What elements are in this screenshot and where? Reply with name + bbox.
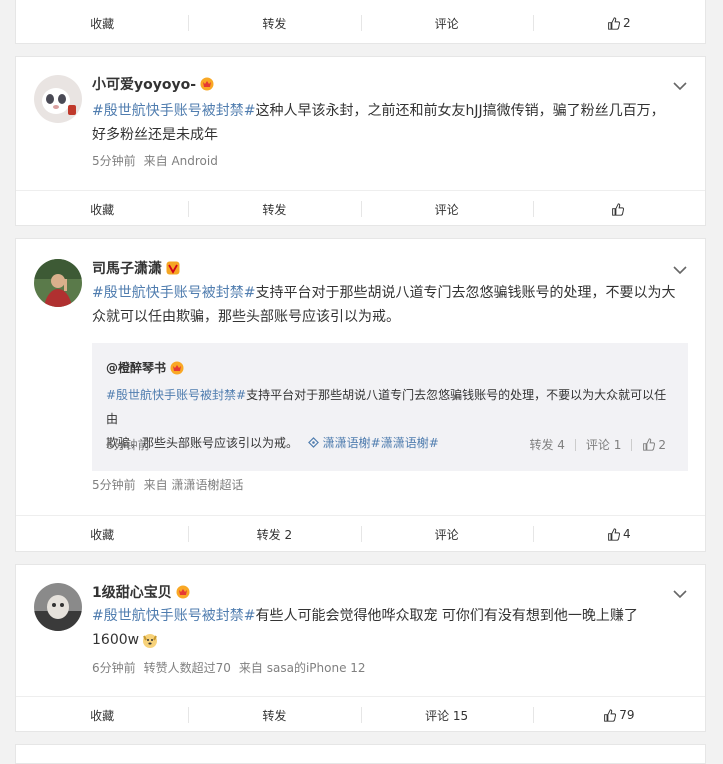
avatar[interactable] [34, 583, 82, 631]
post-card: 1级甜心宝贝 #殷世航快手账号被封禁#有些人可能会觉得他哗众取宠 可你们有没有想… [15, 564, 706, 732]
thumbs-up-icon [608, 527, 621, 541]
username-text[interactable]: 1级甜心宝贝 [92, 582, 172, 602]
like-count: 4 [623, 527, 631, 541]
post-extra: 转赞人数超过70 [143, 661, 231, 675]
username[interactable]: 司馬子潇潇 [92, 258, 180, 278]
repost-button[interactable]: 转发 2 [188, 516, 360, 552]
topic-tag[interactable]: #殷世航快手账号被封禁# [92, 103, 255, 119]
action-bar: 收藏 转发 2 评论 4 [16, 515, 705, 552]
comment-button[interactable]: 评论 [360, 191, 533, 227]
post-card: 收藏 转发 评论 2 [15, 0, 706, 44]
post-card [15, 744, 706, 764]
thumbs-up-icon [643, 438, 656, 451]
repost-label: 转发 2 [256, 527, 293, 542]
action-bar: 收藏 转发 评论 2 [16, 5, 705, 41]
collect-label: 收藏 [90, 708, 115, 723]
quoted-time[interactable]: 6分钟前 [106, 436, 150, 453]
divider [574, 438, 576, 451]
supertopic-text[interactable]: 潇潇语榭#潇潇语榭# [323, 436, 439, 450]
quoted-post[interactable]: @橙醉琴书 #殷世航快手账号被封禁#支持平台对于那些胡说八道专门去忽悠骗钱账号的… [92, 343, 688, 471]
repost-button[interactable]: 转发 [188, 5, 360, 41]
avatar[interactable] [34, 75, 82, 123]
vip-crown-icon [176, 585, 190, 599]
post-text: #殷世航快手账号被封禁#有些人可能会觉得他哗众取宠 可你们有没有想到他一晚上赚了… [92, 604, 682, 652]
repost-button[interactable]: 转发 [188, 191, 360, 227]
collect-button[interactable]: 收藏 [16, 5, 188, 41]
chevron-down-icon[interactable] [673, 589, 687, 599]
post-body-line: 1600w [92, 632, 140, 648]
username[interactable]: 1级甜心宝贝 [92, 582, 190, 602]
supertopic-link[interactable]: 潇潇语榭#潇潇语榭# [307, 436, 439, 450]
action-bar: 收藏 转发 评论 [16, 190, 705, 227]
post-source: 来自 sasa的iPhone 12 [238, 661, 366, 675]
post-body-line: 好多粉丝还是未成年 [92, 127, 218, 143]
username[interactable]: 小可爱yoyoyo- [92, 74, 214, 94]
thumbs-up-icon [604, 708, 617, 722]
quoted-like-count: 2 [658, 437, 666, 452]
like-button[interactable]: 4 [532, 516, 705, 552]
action-bar: 收藏 转发 评论 15 79 [16, 696, 705, 733]
dog-emoji-icon [143, 634, 158, 648]
comment-button[interactable]: 评论 [360, 5, 533, 41]
quoted-username[interactable]: @橙醉琴书 [106, 359, 184, 376]
post-time[interactable]: 5分钟前 [92, 154, 136, 168]
collect-button[interactable]: 收藏 [16, 516, 188, 552]
topic-tag[interactable]: #殷世航快手账号被封禁# [92, 608, 255, 624]
avatar[interactable] [34, 259, 82, 307]
like-button[interactable] [532, 191, 705, 227]
post-time[interactable]: 6分钟前 [92, 661, 136, 675]
repost-label: 转发 [262, 16, 287, 31]
comment-label: 评论 [434, 202, 459, 217]
like-button[interactable]: 79 [532, 697, 705, 733]
post-body-line: 众就可以任由欺骗，那些头部账号应该引以为戒。 [92, 309, 400, 325]
like-count: 2 [623, 16, 631, 30]
quoted-like-button[interactable]: 2 [642, 438, 666, 452]
collect-button[interactable]: 收藏 [16, 697, 188, 733]
supertopic-icon [307, 437, 319, 448]
topic-tag[interactable]: #殷世航快手账号被封禁# [106, 388, 246, 402]
post-card: 司馬子潇潇 #殷世航快手账号被封禁#支持平台对于那些胡说八道专门去忽悠骗钱账号的… [15, 238, 706, 552]
post-source[interactable]: 来自 潇潇语榭超话 [144, 478, 244, 492]
comment-label: 评论 [434, 16, 459, 31]
quoted-username-text[interactable]: @橙醉琴书 [106, 359, 166, 376]
quoted-repost-button[interactable]: 转发 4 [529, 436, 564, 453]
post-body-line: 支持平台对于那些胡说八道专门去忽悠骗钱账号的处理，不要以为大 [255, 285, 676, 301]
post-meta: 5分钟前 来自 Android [92, 152, 226, 169]
post-body-line: 这种人早该永封，之前还和前女友hJJ搞微传销，骗了粉丝几百万， [255, 103, 665, 119]
thumbs-up-icon [608, 16, 621, 30]
collect-label: 收藏 [90, 16, 115, 31]
post-meta: 6分钟前 转赞人数超过70 来自 sasa的iPhone 12 [92, 659, 374, 676]
collect-label: 收藏 [90, 527, 115, 542]
quoted-comment-button[interactable]: 评论 1 [586, 436, 621, 453]
post-source: 来自 Android [143, 154, 218, 168]
post-text: #殷世航快手账号被封禁#这种人早该永封，之前还和前女友hJJ搞微传销，骗了粉丝几… [92, 99, 682, 147]
comment-button[interactable]: 评论 15 [360, 697, 533, 733]
like-count: 79 [619, 708, 635, 722]
divider [631, 438, 633, 451]
username-text[interactable]: 司馬子潇潇 [92, 258, 162, 278]
verified-badge-icon [166, 261, 180, 275]
comment-label: 评论 [434, 527, 459, 542]
vip-crown-icon [200, 77, 214, 91]
quoted-actions: 转发 4 评论 1 2 [529, 436, 666, 453]
comment-button[interactable]: 评论 [360, 516, 533, 552]
post-text: #殷世航快手账号被封禁#支持平台对于那些胡说八道专门去忽悠骗钱账号的处理，不要以… [92, 281, 682, 329]
post-body-line: 有些人可能会觉得他哗众取宠 可你们有没有想到他一晚上赚了 [255, 608, 638, 624]
topic-tag[interactable]: #殷世航快手账号被封禁# [92, 285, 255, 301]
vip-crown-icon [170, 361, 184, 374]
collect-label: 收藏 [90, 202, 115, 217]
thumbs-up-icon [612, 202, 624, 216]
collect-button[interactable]: 收藏 [16, 191, 188, 227]
comment-label: 评论 15 [425, 708, 469, 723]
chevron-down-icon[interactable] [673, 81, 687, 91]
repost-label: 转发 [262, 202, 287, 217]
username-text[interactable]: 小可爱yoyoyo- [92, 74, 196, 94]
post-card: 小可爱yoyoyo- #殷世航快手账号被封禁#这种人早该永封，之前还和前女友hJ… [15, 56, 706, 226]
chevron-down-icon[interactable] [673, 265, 687, 275]
like-button[interactable]: 2 [532, 5, 705, 41]
post-meta: 5分钟前 来自 潇潇语榭超话 [92, 476, 251, 493]
repost-label: 转发 [262, 708, 287, 723]
post-time[interactable]: 5分钟前 [92, 478, 136, 492]
repost-button[interactable]: 转发 [188, 697, 360, 733]
